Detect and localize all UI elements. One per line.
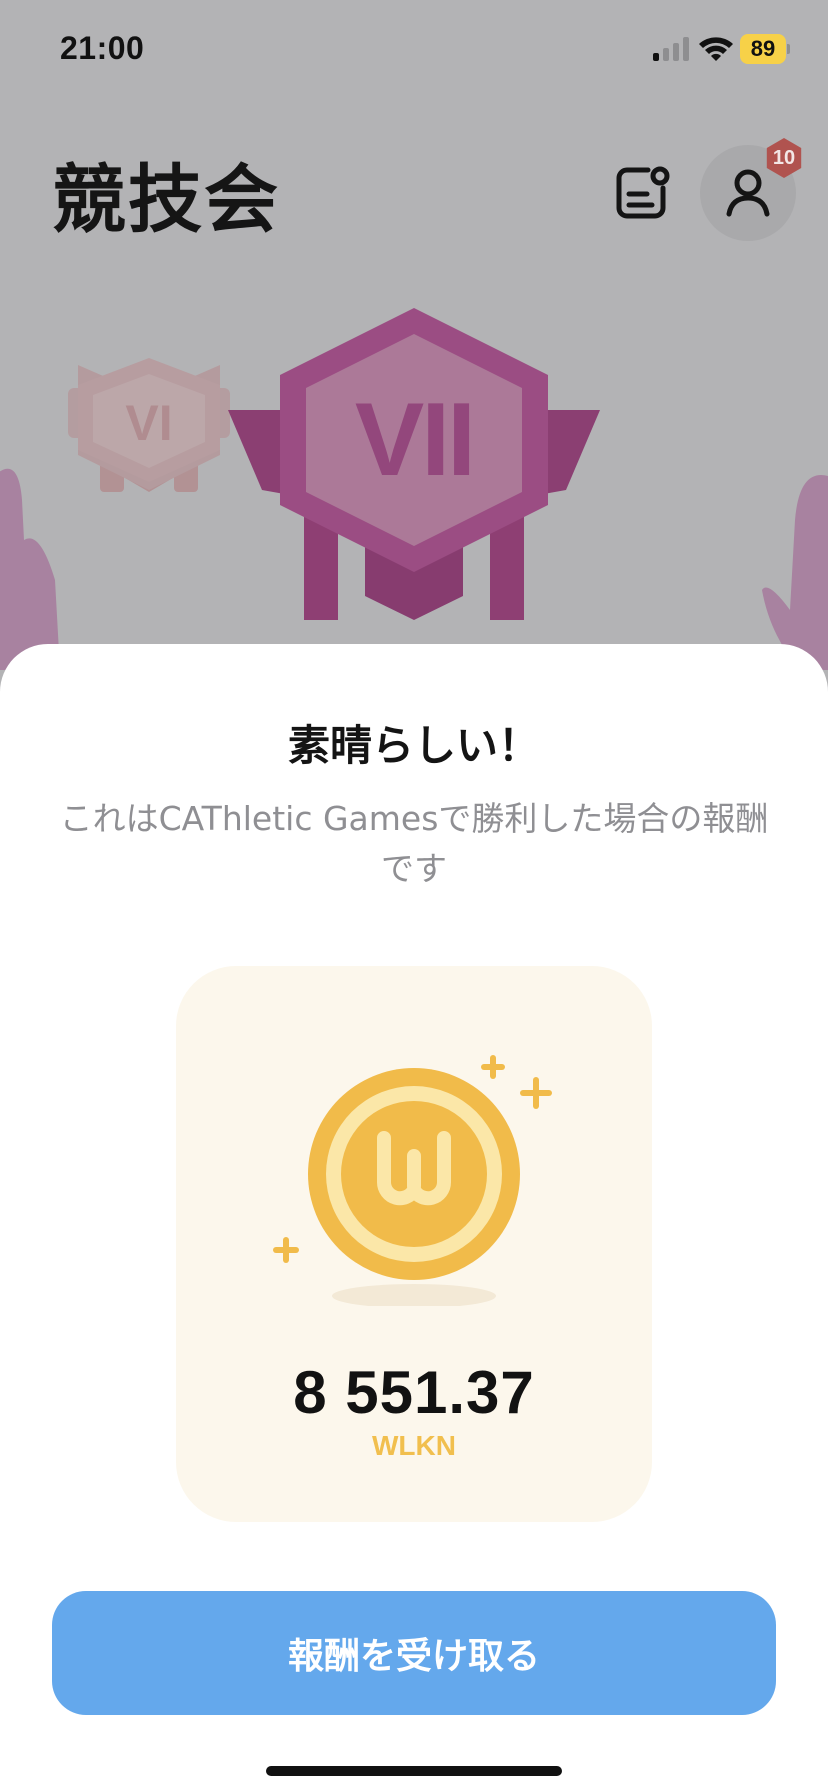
coin-illustration [273, 1055, 552, 1306]
coin-icon [308, 1068, 520, 1280]
league-illustration: VI VII [0, 308, 828, 670]
home-indicator[interactable] [266, 1766, 562, 1776]
profile-icon [726, 169, 770, 217]
wifi-icon [699, 37, 733, 61]
status-time: 21:00 [60, 30, 145, 66]
previous-league-label: VI [125, 395, 172, 451]
reward-sheet: 素晴らしい！ これはCAThletic Gamesで勝利した場合の報酬です 8 … [0, 644, 828, 1792]
reward-unit: WLKN [372, 1430, 456, 1461]
status-bar: 21:00 89 [0, 0, 828, 100]
battery-tip [787, 44, 790, 54]
news-icon [616, 166, 670, 219]
page-title: 競技会 [52, 157, 280, 243]
sheet-description: これはCAThletic Gamesで勝利した場合の報酬です [59, 799, 769, 888]
reward-card: 8 551.37 WLKN [176, 966, 652, 1522]
sheet-title: 素晴らしい！ [287, 721, 540, 770]
previous-league-badge: VI [68, 358, 230, 492]
right-plant [762, 475, 828, 670]
news-button[interactable] [612, 162, 674, 224]
battery-level: 89 [740, 34, 786, 64]
claim-reward-button[interactable]: 報酬を受け取る [52, 1591, 776, 1715]
signal-icon [653, 37, 689, 61]
reward-amount: 8 551.37 [293, 1359, 535, 1426]
battery-indicator: 89 [740, 34, 790, 64]
current-league-badge: VII [228, 308, 600, 620]
left-plant [0, 468, 60, 670]
current-league-label: VII [355, 382, 473, 498]
